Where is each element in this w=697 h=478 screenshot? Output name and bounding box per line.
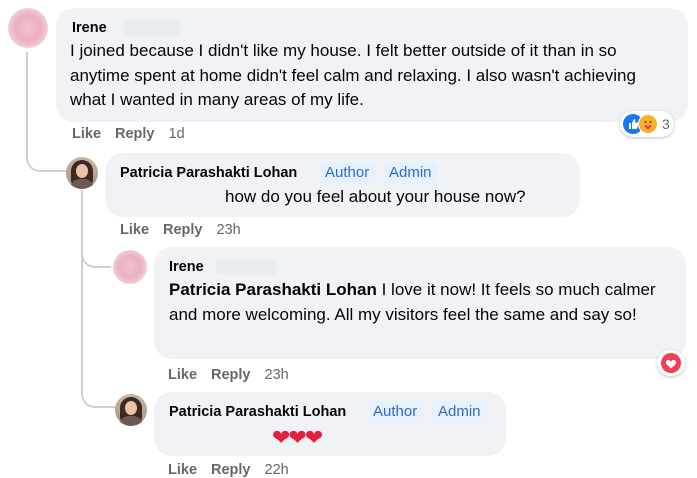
timestamp[interactable]: 22h (265, 462, 289, 478)
reply-button[interactable]: Reply (163, 222, 203, 238)
author-name-blur (216, 259, 276, 275)
care-icon (638, 114, 658, 134)
reaction-summary[interactable] (657, 350, 685, 376)
avatar-patricia[interactable] (115, 394, 147, 426)
reply-author[interactable]: Patricia Parashakti Lohan (120, 165, 297, 181)
reaction-count: 3 (662, 116, 670, 132)
author-badge[interactable]: Author (367, 401, 424, 423)
reply-author[interactable]: Irene (169, 259, 204, 275)
author-badge[interactable]: Author (319, 162, 376, 184)
admin-badge[interactable]: Admin (383, 162, 438, 184)
mention-link[interactable]: Patricia Parashakti Lohan (169, 280, 377, 299)
thread-curve-2 (81, 240, 111, 268)
thread-curve-3 (81, 270, 117, 408)
comment-actions: Like Reply 1d (72, 126, 199, 142)
like-button[interactable]: Like (168, 462, 197, 478)
reaction-summary[interactable]: 3 (620, 111, 674, 137)
reply-bubble: Patricia Parashakti Lohan Author Admin h… (105, 153, 580, 217)
like-button[interactable]: Like (120, 222, 149, 238)
timestamp[interactable]: 23h (217, 222, 241, 238)
reply-actions: Like Reply 23h (168, 367, 303, 383)
comment-author[interactable]: Irene (72, 20, 107, 36)
comment-bubble: Irene I joined because I didn't like my … (56, 8, 688, 122)
timestamp[interactable]: 23h (265, 367, 289, 383)
reply-bubble: Patricia Parashakti Lohan Author Admin ❤… (154, 392, 506, 456)
reply-actions: Like Reply 22h (168, 462, 303, 478)
reply-text: Patricia Parashakti Lohan I love it now!… (169, 278, 669, 327)
timestamp[interactable]: 1d (169, 126, 185, 142)
reply-button[interactable]: Reply (211, 367, 251, 383)
reply-author[interactable]: Patricia Parashakti Lohan (169, 404, 346, 420)
thread-line-main (26, 52, 28, 152)
reply-button[interactable]: Reply (115, 126, 155, 142)
avatar-patricia[interactable] (66, 157, 98, 189)
reply-button[interactable]: Reply (211, 462, 251, 478)
like-button[interactable]: Like (72, 126, 101, 142)
admin-badge[interactable]: Admin (432, 401, 487, 423)
avatar-irene[interactable] (113, 250, 147, 284)
reply-text: how do you feel about your house now? (225, 187, 526, 206)
comment-text: I joined because I didn't like my house.… (70, 41, 636, 109)
reply-bubble: Irene Patricia Parashakti Lohan I love i… (154, 247, 686, 359)
thread-curve-1 (26, 140, 66, 172)
avatar-irene[interactable] (8, 8, 48, 48)
author-name-blur (124, 20, 180, 36)
reply-actions: Like Reply 23h (120, 222, 255, 238)
heart-emoji-text: ❤❤❤ (272, 425, 323, 450)
heart-icon (661, 353, 681, 373)
like-button[interactable]: Like (168, 367, 197, 383)
